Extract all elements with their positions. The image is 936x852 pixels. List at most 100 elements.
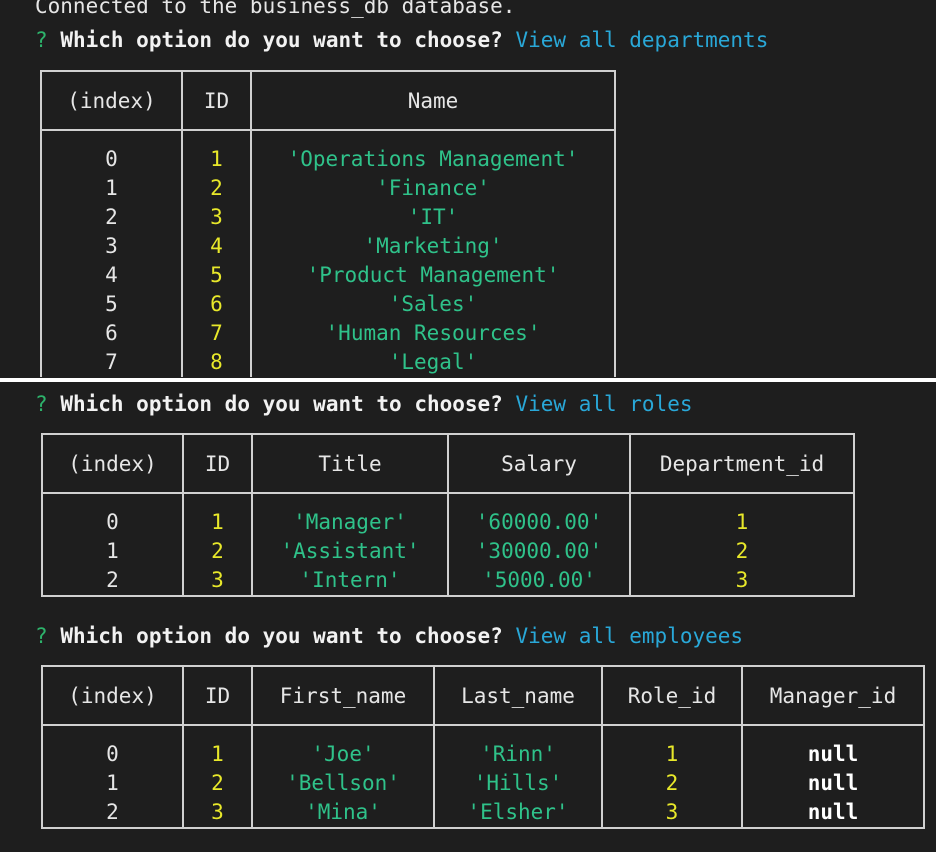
column-header: (index) <box>41 433 184 494</box>
table-row: 4 5 'Product Management' <box>40 261 616 290</box>
index-cell: 7 <box>40 348 183 377</box>
id-cell: 7 <box>181 319 252 348</box>
first-name-cell: 'Bellson' <box>251 769 435 798</box>
index-cell: 3 <box>40 232 183 261</box>
index-cell: 1 <box>40 174 183 203</box>
id-cell: 1 <box>181 130 252 174</box>
index-cell: 0 <box>41 493 184 537</box>
name-cell: 'Finance' <box>250 174 616 203</box>
index-cell: 6 <box>40 319 183 348</box>
selected-option[interactable]: View all roles <box>515 392 692 416</box>
id-cell: 2 <box>182 537 253 566</box>
table-row: 0 1 'Manager' '60000.00' 1 <box>41 493 855 537</box>
table-row: 1 2 'Finance' <box>40 174 616 203</box>
department-id-cell: 3 <box>629 566 855 597</box>
id-cell: 2 <box>181 174 252 203</box>
name-cell: 'Sales' <box>250 290 616 319</box>
index-cell: 2 <box>41 798 184 829</box>
table-row: 0 1 'Operations Management' <box>40 130 616 174</box>
last-name-cell: 'Hills' <box>433 769 603 798</box>
employees-table: (index) ID First_name Last_name Role_id … <box>41 665 925 829</box>
id-cell: 3 <box>182 566 253 597</box>
selected-option[interactable]: View all employees <box>515 624 743 648</box>
id-cell: 1 <box>182 493 253 537</box>
manager-id-cell: null <box>741 798 925 829</box>
table-row: 3 4 'Marketing' <box>40 232 616 261</box>
column-header: ID <box>182 433 253 494</box>
table-row: 7 8 'Legal' <box>40 348 616 377</box>
id-cell: 5 <box>181 261 252 290</box>
manager-id-cell: null <box>741 769 925 798</box>
name-cell: 'IT' <box>250 203 616 232</box>
index-cell: 0 <box>41 725 184 769</box>
first-name-cell: 'Joe' <box>251 725 435 769</box>
salary-cell: '60000.00' <box>447 493 631 537</box>
id-cell: 2 <box>182 769 253 798</box>
column-header: (index) <box>41 665 184 726</box>
id-cell: 6 <box>181 290 252 319</box>
salary-cell: '5000.00' <box>447 566 631 597</box>
title-cell: 'Manager' <box>251 493 449 537</box>
name-cell: 'Operations Management' <box>250 130 616 174</box>
prompt-line-roles: ? Which option do you want to choose? Vi… <box>35 392 693 416</box>
last-name-cell: 'Rinn' <box>433 725 603 769</box>
table-row: 6 7 'Human Resources' <box>40 319 616 348</box>
table-row: 2 3 'IT' <box>40 203 616 232</box>
table-header-row: (index) ID First_name Last_name Role_id … <box>41 665 925 726</box>
departments-table: (index) ID Name 0 1 'Operations Manageme… <box>40 70 616 377</box>
name-cell: 'Marketing' <box>250 232 616 261</box>
id-cell: 3 <box>181 203 252 232</box>
id-cell: 8 <box>181 348 252 377</box>
index-cell: 4 <box>40 261 183 290</box>
name-cell: 'Product Management' <box>250 261 616 290</box>
column-header: First_name <box>251 665 435 726</box>
index-cell: 1 <box>41 537 184 566</box>
column-header: Name <box>250 70 616 131</box>
question-mark-icon: ? <box>35 624 48 648</box>
prompt-text: Which option do you want to choose? <box>60 392 503 416</box>
selected-option[interactable]: View all departments <box>515 28 768 52</box>
column-header: Salary <box>447 433 631 494</box>
prompt-line-employees: ? Which option do you want to choose? Vi… <box>35 624 743 648</box>
name-cell: 'Human Resources' <box>250 319 616 348</box>
table-row: 5 6 'Sales' <box>40 290 616 319</box>
roles-table: (index) ID Title Salary Department_id 0 … <box>41 433 855 597</box>
terminal-segment-roles-employees: ? Which option do you want to choose? Vi… <box>0 382 936 852</box>
name-cell: 'Legal' <box>250 348 616 377</box>
terminal-segment-departments: Connected to the business_db database. ?… <box>0 0 936 378</box>
table-row: 1 2 'Bellson' 'Hills' 2 null <box>41 769 925 798</box>
department-id-cell: 2 <box>629 537 855 566</box>
column-header: ID <box>182 665 253 726</box>
question-mark-icon: ? <box>35 392 48 416</box>
index-cell: 1 <box>41 769 184 798</box>
table-row: 1 2 'Assistant' '30000.00' 2 <box>41 537 855 566</box>
id-cell: 4 <box>181 232 252 261</box>
column-header: ID <box>181 70 252 131</box>
column-header: Title <box>251 433 449 494</box>
id-cell: 3 <box>182 798 253 829</box>
salary-cell: '30000.00' <box>447 537 631 566</box>
role-id-cell: 2 <box>601 769 743 798</box>
last-name-cell: 'Elsher' <box>433 798 603 829</box>
index-cell: 0 <box>40 130 183 174</box>
title-cell: 'Assistant' <box>251 537 449 566</box>
question-mark-icon: ? <box>35 28 48 52</box>
table-row: 2 3 'Intern' '5000.00' 3 <box>41 566 855 597</box>
column-header: Department_id <box>629 433 855 494</box>
role-id-cell: 3 <box>601 798 743 829</box>
column-header: (index) <box>40 70 183 131</box>
department-id-cell: 1 <box>629 493 855 537</box>
table-header-row: (index) ID Title Salary Department_id <box>41 433 855 494</box>
id-cell: 1 <box>182 725 253 769</box>
column-header: Manager_id <box>741 665 925 726</box>
column-header: Role_id <box>601 665 743 726</box>
prompt-text: Which option do you want to choose? <box>60 624 503 648</box>
title-cell: 'Intern' <box>251 566 449 597</box>
prompt-text: Which option do you want to choose? <box>60 28 503 52</box>
column-header: Last_name <box>433 665 603 726</box>
index-cell: 2 <box>41 566 184 597</box>
connection-message: Connected to the business_db database. <box>35 0 516 18</box>
table-header-row: (index) ID Name <box>40 70 616 131</box>
index-cell: 5 <box>40 290 183 319</box>
role-id-cell: 1 <box>601 725 743 769</box>
